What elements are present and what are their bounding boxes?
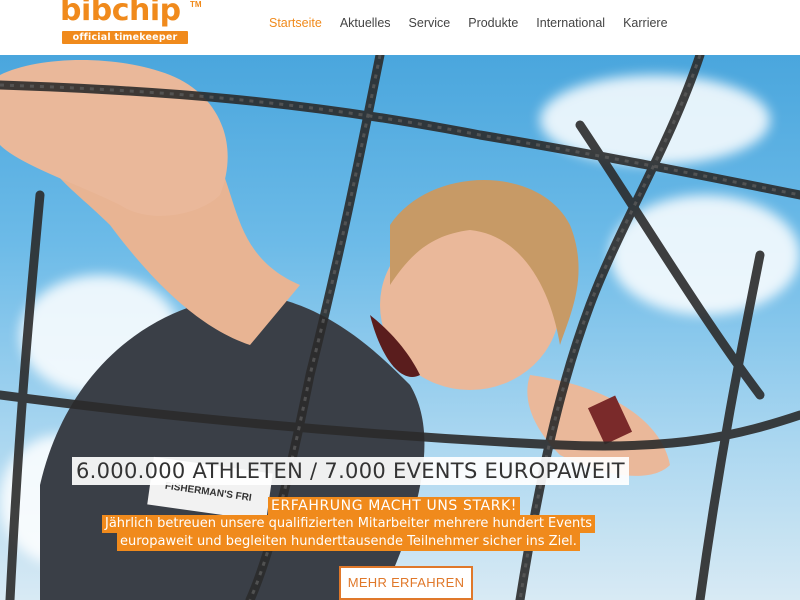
nav-item-aktuelles[interactable]: Aktuelles — [340, 16, 391, 30]
mehr-erfahren-button[interactable]: MEHR ERFAHREN — [339, 566, 473, 600]
hero-text-line-1: Jährlich betreuen unsere qualifizierten … — [102, 515, 596, 533]
hero-headline: 6.000.000 ATHLETEN / 7.000 EVENTS EUROPA… — [72, 457, 629, 485]
logo-wordmark: bibchip — [60, 0, 181, 28]
logo-trademark: TM — [190, 0, 202, 9]
bibchip-logo[interactable]: bibchip TM official timekeeper — [60, 0, 202, 48]
hero-text-line-2: europaweit und begleiten hunderttausende… — [117, 533, 580, 551]
logo-tagline: official timekeeper — [62, 31, 188, 44]
nav-item-karriere[interactable]: Karriere — [623, 16, 667, 30]
nav-item-service[interactable]: Service — [409, 16, 451, 30]
hero-subheadline: ERFAHRUNG MACHT UNS STARK! — [268, 497, 521, 515]
hero-banner: FISHERMAN'S FRI 6.000.000 ATHLETEN / 7.0… — [0, 55, 800, 600]
nav-item-startseite[interactable]: Startseite — [269, 16, 322, 30]
main-navigation: Startseite Aktuelles Service Produkte In… — [260, 0, 677, 46]
site-header: bibchip TM official timekeeper Startseit… — [0, 0, 800, 55]
nav-item-international[interactable]: International — [536, 16, 605, 30]
nav-item-produkte[interactable]: Produkte — [468, 16, 518, 30]
